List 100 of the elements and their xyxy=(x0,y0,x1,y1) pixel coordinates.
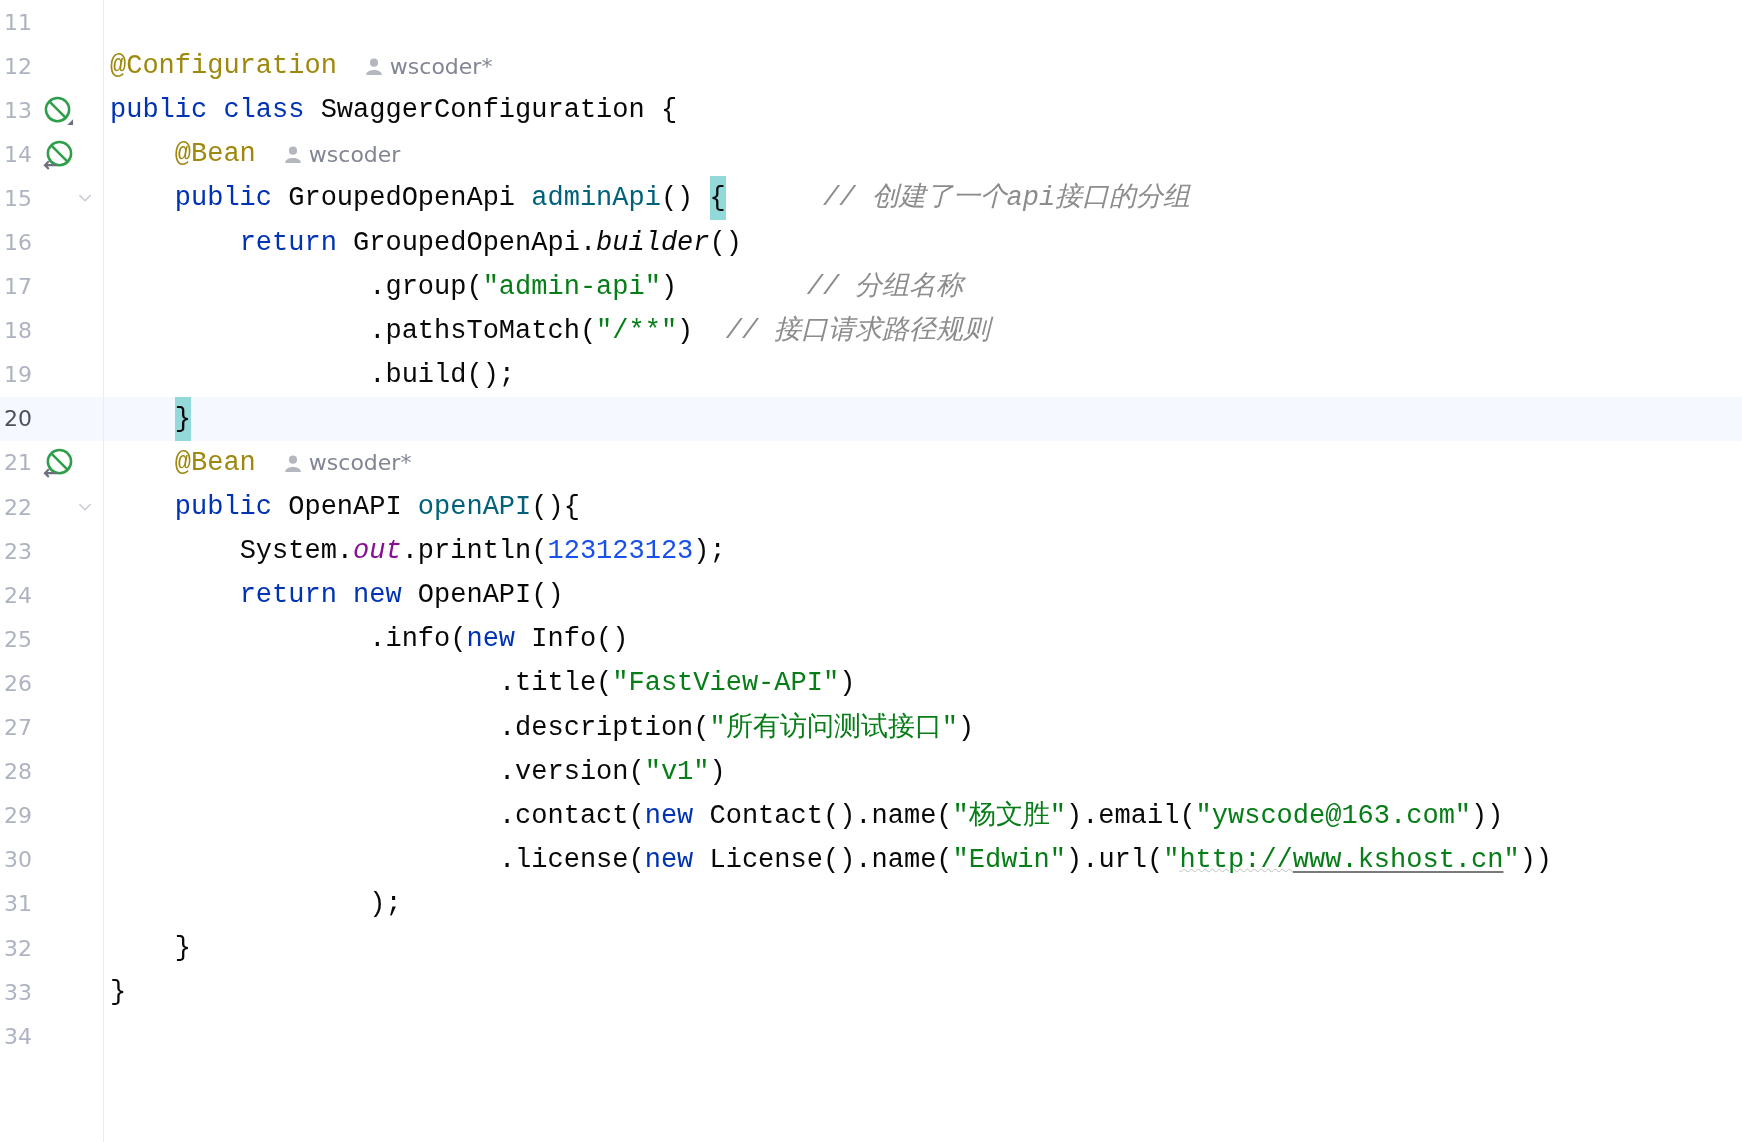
bean-class-icon[interactable] xyxy=(42,94,74,126)
line-number: 22 xyxy=(3,494,33,520)
method-name: openAPI xyxy=(417,491,532,525)
keyword: public xyxy=(110,94,208,128)
code-comment: // 创建了一个api接口的分组 xyxy=(822,181,1191,216)
code-text: ); xyxy=(369,887,402,921)
string-literal: "所有访问测试接口" xyxy=(709,711,958,745)
keyword: new xyxy=(466,623,516,657)
person-icon xyxy=(283,454,302,472)
code-text: () xyxy=(709,226,742,260)
string-literal: "/**" xyxy=(596,314,678,348)
string-literal: "杨文胜" xyxy=(952,799,1066,833)
url-link[interactable]: www.kshost.cn xyxy=(1292,837,1504,882)
code-text: System. xyxy=(239,535,354,569)
code-text: .contact( xyxy=(498,799,645,833)
line-number: 25 xyxy=(3,626,33,652)
person-icon xyxy=(364,57,383,76)
code-text: GroupedOpenApi. xyxy=(353,226,597,260)
line-number: 28 xyxy=(3,759,33,785)
code-text: OpenAPI() xyxy=(417,579,564,613)
author-hint[interactable]: wscoder* xyxy=(308,450,412,476)
keyword: new xyxy=(353,579,402,613)
code-text: ) xyxy=(957,711,975,745)
line-number: 21 xyxy=(3,450,33,476)
keyword: class xyxy=(223,94,305,128)
code-text: )) xyxy=(1519,843,1553,877)
line-number: 18 xyxy=(3,318,33,344)
code-text: .description( xyxy=(498,711,710,745)
code-text: License().name( xyxy=(709,843,953,877)
code-text: .license( xyxy=(498,843,645,877)
line-number: 14 xyxy=(3,141,33,167)
string-literal: "Edwin" xyxy=(952,843,1066,877)
string-literal: "ywscode@163.com" xyxy=(1195,799,1472,833)
code-text: () xyxy=(660,182,695,216)
author-hint[interactable]: wscoder xyxy=(308,141,401,167)
code-text: ); xyxy=(693,535,726,569)
code-text: GroupedOpenApi xyxy=(288,182,517,216)
keyword: public xyxy=(174,491,273,525)
code-text: ) xyxy=(709,755,726,789)
method-name: builder xyxy=(596,226,710,260)
code-text: ).email( xyxy=(1065,799,1196,833)
line-number: 20 xyxy=(3,406,33,432)
code-text: .version( xyxy=(498,755,645,789)
line-number: 13 xyxy=(3,97,33,123)
code-text: ) xyxy=(677,314,694,348)
person-icon xyxy=(283,145,302,164)
bean-method-icon[interactable] xyxy=(42,447,74,479)
keyword: return xyxy=(239,579,337,613)
line-number: 11 xyxy=(3,9,33,35)
line-number: 29 xyxy=(3,803,33,829)
string-literal: " xyxy=(1503,843,1520,877)
matched-brace: } xyxy=(174,396,191,441)
code-text: (){ xyxy=(531,491,580,525)
line-number: 16 xyxy=(3,230,33,255)
code-text: OpenAPI xyxy=(288,491,403,525)
keyword: public xyxy=(174,182,273,216)
line-number: 23 xyxy=(3,538,33,564)
code-text: ) xyxy=(839,667,856,701)
field-name: out xyxy=(353,535,402,569)
line-number: 33 xyxy=(3,979,33,1005)
line-number: 26 xyxy=(3,670,33,696)
code-text: .pathsToMatch( xyxy=(369,314,597,348)
code-text: } xyxy=(174,932,191,965)
string-literal: "FastView-API" xyxy=(612,667,840,701)
keyword: new xyxy=(644,843,694,877)
code-text: )) xyxy=(1471,799,1504,833)
line-number: 24 xyxy=(3,582,33,608)
code-text: .title( xyxy=(498,667,613,701)
string-literal: "v1" xyxy=(644,755,710,789)
line-number: 19 xyxy=(3,362,33,388)
annotation: @Configuration xyxy=(110,50,337,84)
number-literal: 123123123 xyxy=(547,535,694,569)
code-text: .println( xyxy=(401,535,548,569)
string-literal: http:// xyxy=(1179,843,1293,877)
keyword: new xyxy=(644,799,694,833)
line-number: 17 xyxy=(3,274,33,300)
code-text: Info() xyxy=(531,623,629,657)
line-number: 27 xyxy=(3,715,33,741)
string-literal: "admin-api" xyxy=(482,270,661,304)
annotation: @Bean xyxy=(174,447,256,480)
code-text: ).url( xyxy=(1066,843,1164,877)
bean-method-icon[interactable] xyxy=(42,138,74,170)
line-number: 30 xyxy=(3,847,33,873)
matched-brace: { xyxy=(709,176,726,221)
author-hint[interactable]: wscoder* xyxy=(389,53,493,79)
code-text: .build(); xyxy=(369,358,516,392)
code-text: Contact().name( xyxy=(709,799,953,833)
annotation: @Bean xyxy=(174,138,256,172)
code-text: .group( xyxy=(369,270,483,304)
line-number: 12 xyxy=(3,53,33,79)
line-number: 32 xyxy=(3,935,33,961)
code-comment: // 分组名称 xyxy=(806,270,964,304)
line-number: 15 xyxy=(3,185,33,211)
code-text: .info( xyxy=(369,623,467,657)
code-text: ) xyxy=(660,270,678,304)
line-number: 31 xyxy=(3,891,33,917)
code-text: SwaggerConfiguration { xyxy=(320,94,678,128)
code-text: } xyxy=(110,976,127,1010)
keyword: return xyxy=(239,226,337,260)
method-name: adminApi xyxy=(531,182,661,216)
